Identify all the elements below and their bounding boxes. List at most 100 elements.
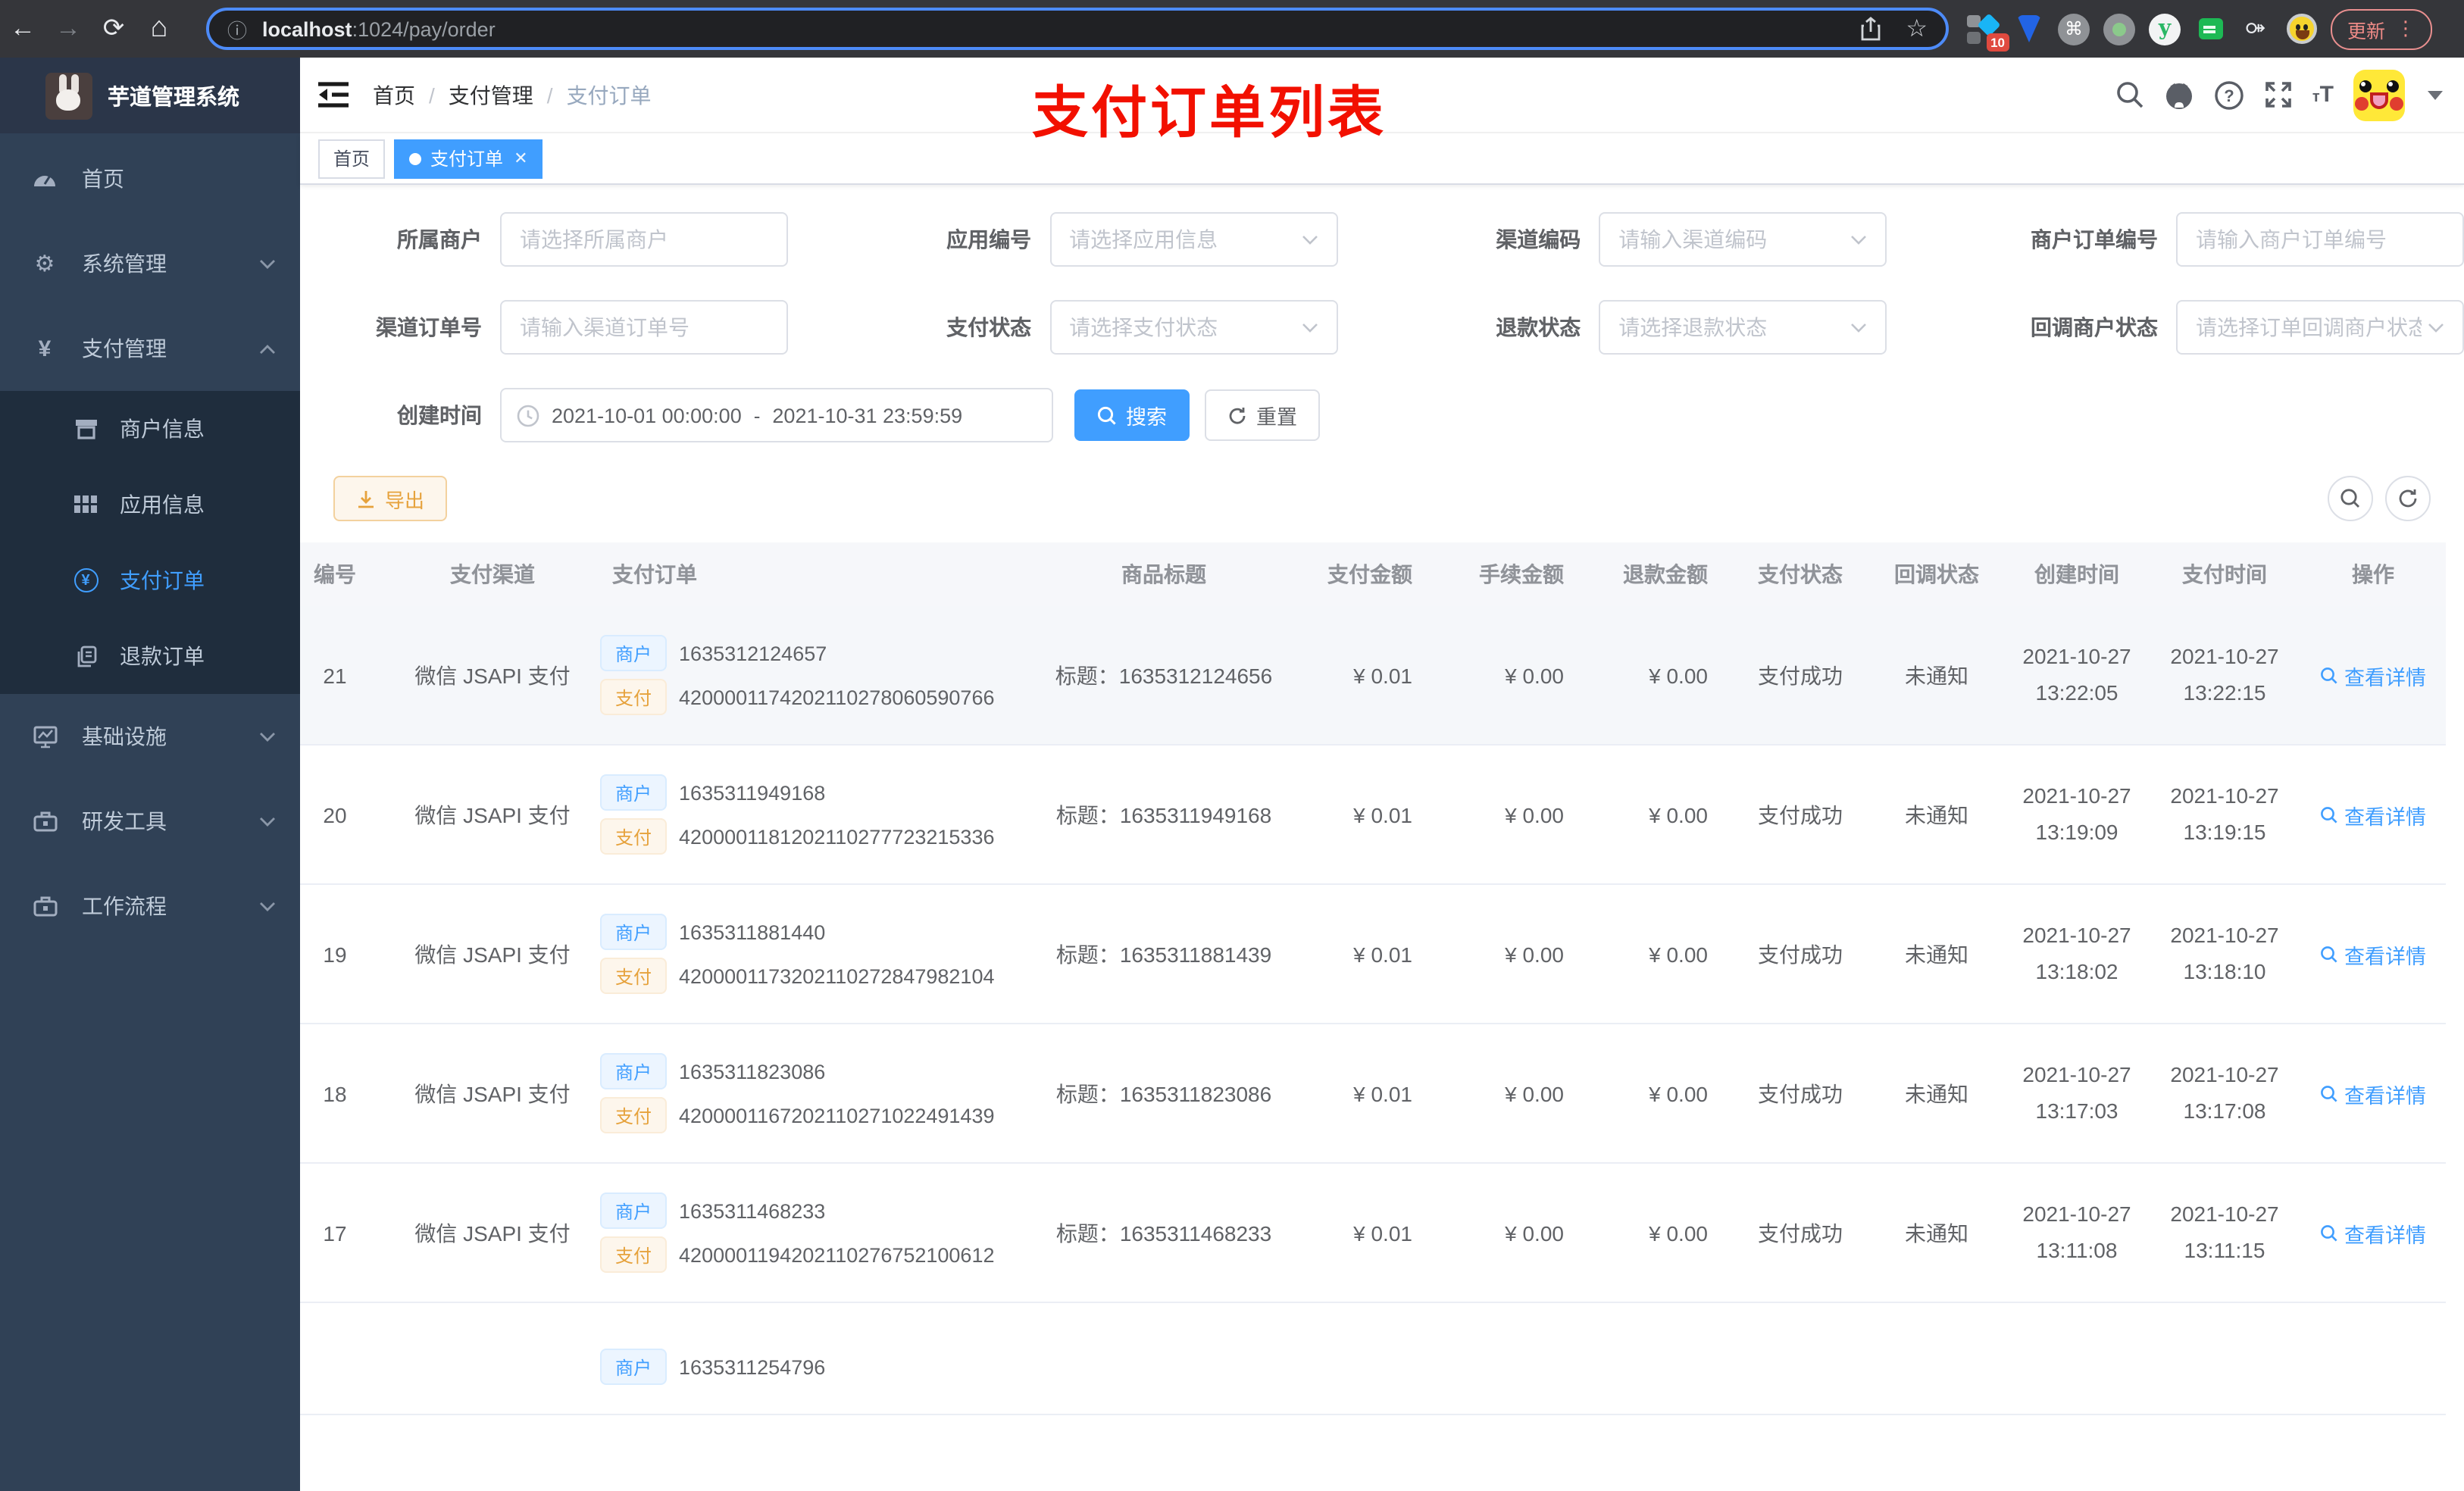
detail-label: 查看详情 <box>2344 1084 2426 1107</box>
browser-back-icon[interactable]: ← <box>0 14 45 44</box>
cell-channel <box>394 1302 591 1415</box>
sidebar-item-label: 研发工具 <box>82 809 167 833</box>
app-id-select[interactable]: 请选择应用信息 <box>1049 212 1338 267</box>
table-row[interactable]: 17 微信 JSAPI 支付 商户 1635311468233 支付 4200001… <box>300 1163 2446 1303</box>
tag-pay-order[interactable]: 支付订单 ✕ <box>394 139 543 178</box>
sidebar-fold-icon[interactable] <box>318 82 349 108</box>
view-detail-link[interactable]: 查看详情 <box>2320 799 2426 830</box>
sidebar-item-payment[interactable]: ¥ 支付管理 <box>0 306 300 391</box>
pay-status-select[interactable]: 请选择支付状态 <box>1049 300 1338 355</box>
view-detail-link[interactable]: 查看详情 <box>2320 1217 2426 1248</box>
sidebar-item-workflow[interactable]: 工作流程 <box>0 864 300 949</box>
placeholder: 请选择退款状态 <box>1618 315 1768 339</box>
fullscreen-icon[interactable] <box>2264 80 2293 109</box>
sidebar-item-refund-order[interactable]: 退款订单 <box>0 618 300 694</box>
notify-status-select[interactable]: 请选择订单回调商户状态 <box>2175 300 2464 355</box>
reset-button[interactable]: 重置 <box>1205 389 1320 441</box>
sidebar-item-system[interactable]: ⚙ 系统管理 <box>0 221 300 306</box>
browser-toolbar: ← → ⟳ ⌂ ⓘ localhost:1024/pay/order ☆ 10 … <box>0 0 2464 58</box>
help-icon[interactable]: ? <box>2214 80 2244 110</box>
address-bar[interactable]: ⓘ localhost:1024/pay/order ☆ <box>206 8 1949 50</box>
table-row[interactable]: 19 微信 JSAPI 支付 商户 1635311881440 支付 4200001… <box>300 884 2446 1024</box>
profile-emoji-icon[interactable] <box>2285 13 2317 45</box>
table-row-partial[interactable]: 商户 1635311254796 <box>300 1302 2446 1415</box>
gear-icon: ⚙ <box>34 252 55 277</box>
sidebar-item-pay-order[interactable]: ¥ 支付订单 <box>0 542 300 618</box>
site-info-icon[interactable]: ⓘ <box>227 14 247 43</box>
chevron-down-icon <box>1850 234 1867 245</box>
date-range-input[interactable]: 2021-10-01 00:00:00 - 2021-10-31 23:59:5… <box>500 388 1053 442</box>
cell-refund: ¥ 0.00 <box>1588 884 1732 1024</box>
cell-pay-time: 2021-10-27 13:18:10 <box>2149 884 2300 1024</box>
date-separator: - <box>753 404 761 427</box>
sidebar-item-label: 系统管理 <box>82 252 167 276</box>
y-logo: y <box>2158 17 2172 41</box>
dashboard-icon <box>32 166 58 192</box>
tag-home[interactable]: 首页 <box>318 139 386 178</box>
share-icon[interactable] <box>1859 17 1881 41</box>
merchant-no: 1635311881440 <box>679 921 826 943</box>
sidebar-item-merchant-info[interactable]: 商户信息 <box>0 391 300 467</box>
browser-home-icon[interactable]: ⌂ <box>136 12 182 45</box>
browser-reload-icon[interactable]: ⟳ <box>91 14 136 44</box>
view-detail-link[interactable]: 查看详情 <box>2320 1078 2426 1108</box>
close-icon[interactable]: ✕ <box>514 148 527 168</box>
extension-kite-icon[interactable] <box>2012 13 2044 45</box>
avatar[interactable] <box>2353 69 2405 120</box>
sidebar-item-app-info[interactable]: 应用信息 <box>0 467 300 542</box>
table-row[interactable]: 21 微信 JSAPI 支付 商户 1635312124657 支付 4200001… <box>300 606 2446 746</box>
export-button[interactable]: 导出 <box>333 476 448 521</box>
cell-id: 18 <box>300 1024 394 1164</box>
sidebar-item-dev-tools[interactable]: 研发工具 <box>0 779 300 864</box>
extension-command-icon[interactable]: ⌘ <box>2058 13 2090 45</box>
breadcrumb-payment[interactable]: 支付管理 <box>449 80 533 110</box>
pay-tag: 支付 <box>600 958 668 994</box>
extensions-puzzle-icon[interactable]: ⚩ <box>2240 13 2272 45</box>
show-search-button[interactable] <box>2328 476 2373 521</box>
channel-code-select[interactable]: 请输入渠道编码 <box>1599 212 1887 267</box>
merchant-tag: 商户 <box>600 1349 668 1385</box>
cell-actions: 查看详情 <box>2300 1024 2446 1164</box>
chevron-down-icon <box>1301 322 1318 333</box>
merchant-input[interactable]: 请选择所属商户 <box>500 212 788 267</box>
cell-notify-status: 未通知 <box>1868 1024 2005 1164</box>
cell-refund: ¥ 0.00 <box>1588 1163 1732 1303</box>
table-row[interactable]: 20 微信 JSAPI 支付 商户 1635311949168 支付 4200001… <box>300 745 2446 885</box>
view-detail-link[interactable]: 查看详情 <box>2320 660 2426 690</box>
merchant-tag: 商户 <box>600 914 668 950</box>
sidebar-item-label: 应用信息 <box>120 492 205 517</box>
sidebar-item-label: 首页 <box>82 167 124 191</box>
sidebar-item-home[interactable]: 首页 <box>0 136 300 221</box>
breadcrumb-home[interactable]: 首页 <box>373 80 415 110</box>
table-row[interactable]: 18 微信 JSAPI 支付 商户 1635311823086 支付 4200001… <box>300 1024 2446 1164</box>
browser-forward-icon[interactable]: → <box>45 14 91 44</box>
app-logo[interactable]: 芋道管理系统 <box>0 58 300 133</box>
github-icon[interactable] <box>2164 80 2194 110</box>
channel-order-no-input[interactable]: 请输入渠道订单号 <box>500 300 788 355</box>
view-detail-link[interactable]: 查看详情 <box>2320 939 2426 969</box>
extension-dot-icon[interactable] <box>2103 13 2135 45</box>
extension-grid-icon[interactable]: 10 <box>1967 12 2009 51</box>
font-size-icon[interactable]: тT <box>2312 82 2334 108</box>
cell-pay-order: 商户 1635311254796 <box>591 1302 1043 1415</box>
col-refund: 退款金额 <box>1588 542 1732 606</box>
pay-tag: 支付 <box>600 818 668 855</box>
sidebar-item-infrastructure[interactable]: 基础设施 <box>0 694 300 779</box>
browser-update-button[interactable]: 更新 ⋮ <box>2331 8 2433 49</box>
placeholder: 请输入渠道编码 <box>1618 227 1768 252</box>
bookmark-star-icon[interactable]: ☆ <box>1906 14 1928 44</box>
filter-label: 所属商户 <box>397 227 482 252</box>
extension-chat-icon[interactable] <box>2194 13 2226 45</box>
search-button[interactable]: 搜索 <box>1074 389 1190 441</box>
browser-menu-icon[interactable]: ⋮ <box>2396 17 2416 41</box>
merchant-order-no-input[interactable]: 请输入商户订单编号 <box>2175 212 2464 267</box>
search-icon[interactable] <box>2115 80 2144 109</box>
cell-channel: 微信 JSAPI 支付 <box>394 745 591 885</box>
col-amount: 支付金额 <box>1285 542 1437 606</box>
briefcase-icon <box>32 808 58 834</box>
extension-y-icon[interactable]: y <box>2149 13 2181 45</box>
screen: ← → ⟳ ⌂ ⓘ localhost:1024/pay/order ☆ 10 … <box>0 0 2464 1491</box>
refresh-button[interactable] <box>2385 476 2431 521</box>
avatar-dropdown-icon[interactable] <box>2428 90 2443 99</box>
refund-status-select[interactable]: 请选择退款状态 <box>1599 300 1887 355</box>
